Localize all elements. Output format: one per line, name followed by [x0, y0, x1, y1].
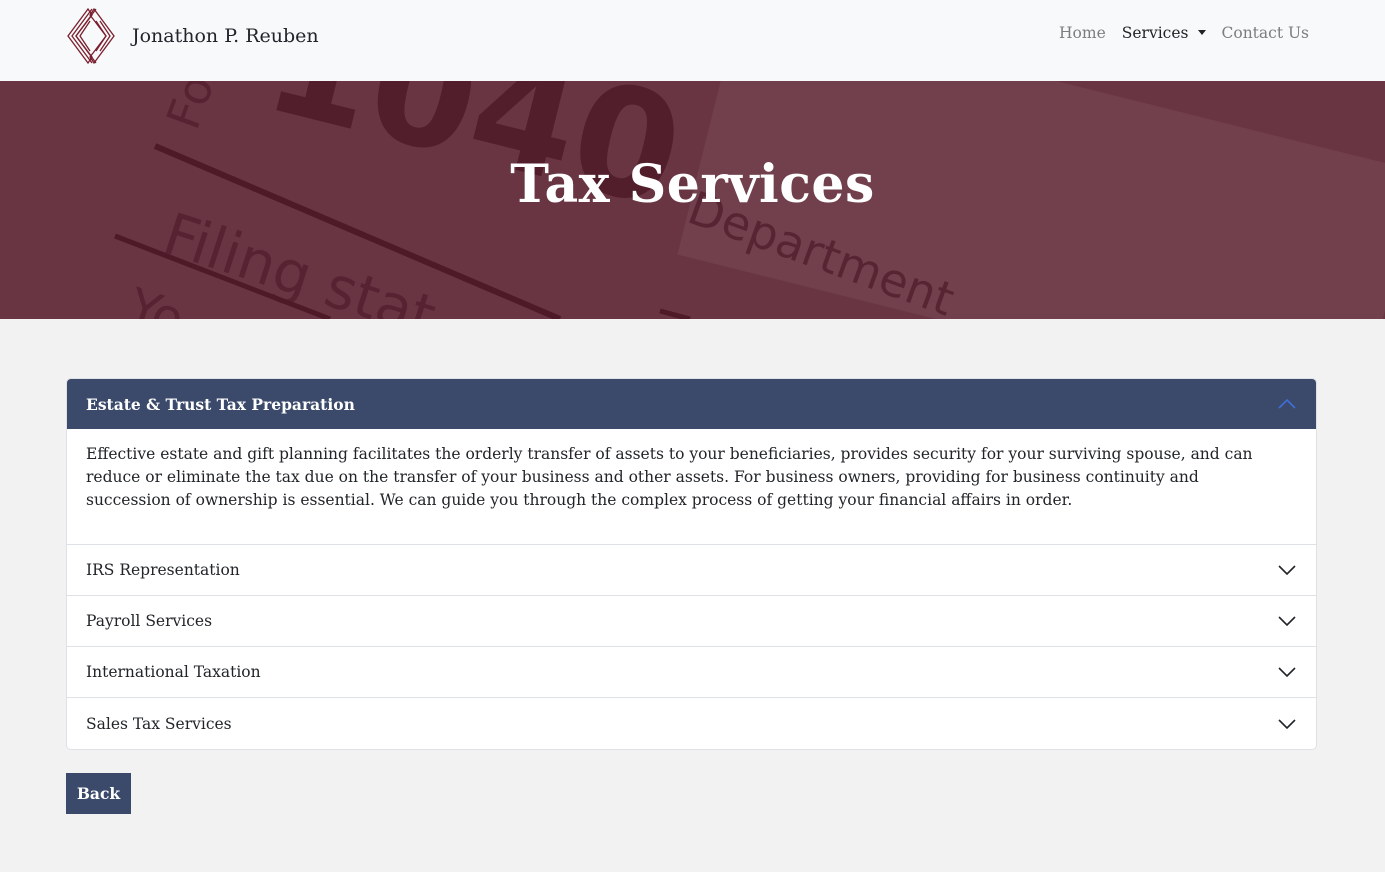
- logo-icon: [67, 7, 115, 65]
- accordion-item-label: IRS Representation: [86, 561, 240, 579]
- navbar: Jonathon P. Reuben Home Services Contact…: [0, 0, 1385, 81]
- accordion-header-estate-trust[interactable]: Estate & Trust Tax Preparation: [67, 379, 1316, 429]
- hero-banner: 1040 Filing stat Department Fo Yo Tax Se…: [0, 81, 1385, 319]
- caret-down-icon: [1197, 30, 1206, 35]
- services-accordion: Estate & Trust Tax Preparation Effective…: [66, 378, 1317, 750]
- nav-home-link[interactable]: Home: [1059, 24, 1106, 42]
- back-button[interactable]: Back: [66, 773, 131, 814]
- accordion-item-label: Sales Tax Services: [86, 714, 232, 733]
- accordion-item-irs-representation[interactable]: IRS Representation: [67, 545, 1316, 596]
- chevron-down-icon: [1278, 616, 1296, 626]
- accordion-item-payroll-services[interactable]: Payroll Services: [67, 596, 1316, 647]
- accordion-item-international-taxation[interactable]: International Taxation: [67, 647, 1316, 698]
- brand[interactable]: Jonathon P. Reuben: [66, 7, 319, 65]
- brand-name: Jonathon P. Reuben: [132, 25, 319, 47]
- chevron-down-icon: [1278, 565, 1296, 575]
- accordion-item-label: Payroll Services: [86, 612, 213, 630]
- nav-contact-link[interactable]: Contact Us: [1222, 24, 1310, 42]
- accordion-body: Effective estate and gift planning facil…: [67, 429, 1316, 545]
- nav-services-label: Services: [1121, 24, 1189, 42]
- nav-services-dropdown[interactable]: Services: [1122, 24, 1206, 42]
- chevron-down-icon: [1278, 718, 1296, 729]
- chevron-down-icon: [1278, 667, 1296, 677]
- chevron-up-icon: [1278, 399, 1296, 409]
- accordion-item-label: International Taxation: [86, 663, 261, 681]
- page-title: Tax Services: [510, 154, 875, 215]
- accordion-item-sales-tax-services[interactable]: Sales Tax Services: [67, 698, 1316, 749]
- accordion-header-label: Estate & Trust Tax Preparation: [86, 394, 355, 414]
- nav-links: Home Services Contact Us: [1043, 24, 1309, 42]
